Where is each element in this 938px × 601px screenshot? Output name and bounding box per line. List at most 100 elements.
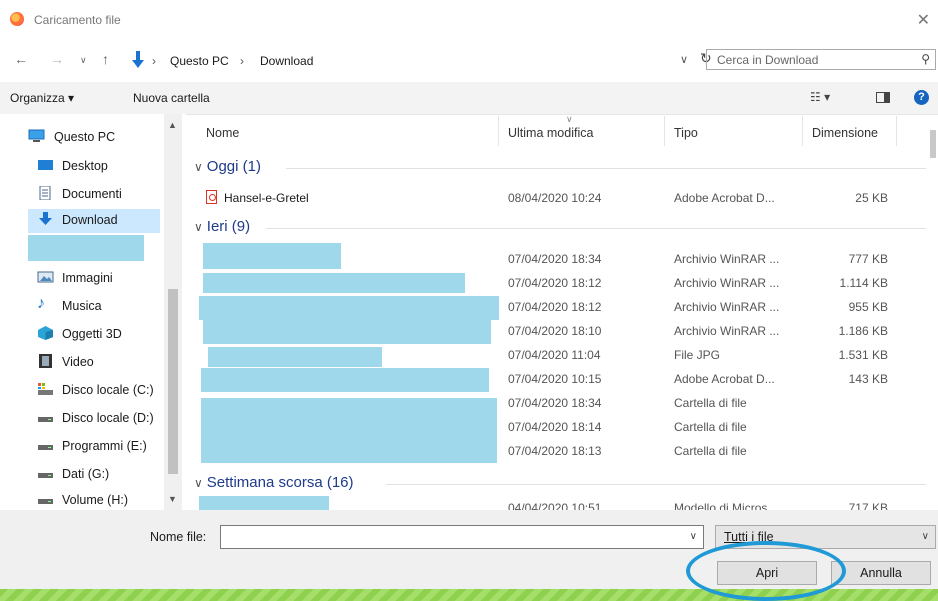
file-date: 07/04/2020 18:34 <box>508 396 602 410</box>
sidebar-item-label: Oggetti 3D <box>62 327 122 341</box>
breadcrumb-separator-icon: › <box>152 54 156 68</box>
file-date: 07/04/2020 18:14 <box>508 420 602 434</box>
cancel-button[interactable]: Annulla <box>831 561 931 585</box>
file-date: 07/04/2020 11:04 <box>508 348 601 362</box>
scrollbar-thumb[interactable] <box>168 289 178 474</box>
drive-icon <box>38 499 53 504</box>
file-date: 07/04/2020 10:15 <box>508 372 602 386</box>
group-header-ieri[interactable]: ∨ Ieri (9) <box>194 218 250 235</box>
drive-icon <box>38 473 53 478</box>
new-folder-button[interactable]: Nuova cartella <box>133 91 210 105</box>
3d-objects-icon <box>38 326 53 340</box>
sidebar-item-musica[interactable]: ♪ Musica <box>28 295 160 317</box>
sidebar-item-video[interactable]: Video <box>28 351 160 373</box>
highlight-circle-annotation <box>686 541 846 601</box>
file-type: Archivio WinRAR ... <box>674 300 780 314</box>
sidebar-item-documenti[interactable]: Documenti <box>28 183 160 205</box>
file-date: 07/04/2020 18:13 <box>508 444 602 458</box>
breadcrumb[interactable]: › Questo PC › Download <box>128 50 693 72</box>
chevron-down-icon: ∨ <box>194 220 203 234</box>
sidebar-item-questo-pc[interactable]: Questo PC <box>0 126 160 148</box>
group-label: Settimana scorsa (16) <box>206 474 354 491</box>
sidebar-item-label: Dati (G:) <box>62 467 110 481</box>
sidebar-item-dati-g[interactable]: Dati (G:) <box>28 463 160 485</box>
file-type: Adobe Acrobat D... <box>674 191 775 205</box>
view-options-icon[interactable]: ☷ ▾ <box>810 90 830 104</box>
column-header-modified[interactable]: Ultima modifica <box>508 126 593 140</box>
group-label: Ieri (9) <box>206 218 251 235</box>
group-header-oggi[interactable]: ∨ Oggi (1) <box>194 158 261 175</box>
music-icon: ♪ <box>37 295 45 312</box>
sidebar-item-label: Disco locale (C:) <box>62 383 154 397</box>
breadcrumb-item-questo-pc[interactable]: Questo PC <box>170 54 229 68</box>
help-icon[interactable]: ? <box>914 90 929 105</box>
chevron-down-icon: ∨ <box>194 160 203 174</box>
column-divider <box>896 116 897 146</box>
pc-icon <box>28 129 45 142</box>
address-dropdown-icon[interactable]: ∨ <box>680 53 688 66</box>
column-divider <box>802 116 803 146</box>
file-type: Archivio WinRAR ... <box>674 252 780 266</box>
sidebar-item-disco-d[interactable]: Disco locale (D:) <box>28 407 160 429</box>
sidebar-item-immagini[interactable]: Immagini <box>28 267 160 289</box>
drive-icon <box>38 445 53 450</box>
redacted-file-name <box>208 347 382 367</box>
sidebar-item-volume-h[interactable]: Volume (H:) <box>28 489 160 511</box>
filename-label: Nome file: <box>150 530 207 544</box>
group-divider <box>266 228 926 229</box>
file-date: 07/04/2020 18:12 <box>508 276 602 290</box>
preview-pane-icon[interactable] <box>876 92 890 103</box>
close-icon[interactable]: ✕ <box>917 10 930 30</box>
sidebar-item-disco-c[interactable]: Disco locale (C:) <box>28 379 160 401</box>
search-icon[interactable]: ⚲ <box>921 52 930 66</box>
sidebar-item-label: Immagini <box>62 271 113 285</box>
desktop-icon <box>38 160 53 170</box>
sidebar-item-label: Programmi (E:) <box>62 439 147 453</box>
file-list: Nome Ultima modifica ∨ Tipo Dimensione ∨… <box>186 114 938 510</box>
back-arrow-icon[interactable]: ← <box>14 51 28 67</box>
breadcrumb-item-download[interactable]: Download <box>260 54 313 68</box>
navigation-pane: Questo PC Desktop Documenti Download Imm… <box>0 114 186 510</box>
sort-chevron-icon: ∨ <box>566 114 573 124</box>
group-header-settimana-scorsa[interactable]: ∨ Settimana scorsa (16) <box>194 474 354 491</box>
column-header-name[interactable]: Nome <box>206 126 239 140</box>
organize-button[interactable]: Organizza ▾ <box>10 91 74 105</box>
chevron-down-icon: ∨ <box>194 476 203 490</box>
file-size: 955 KB <box>848 300 888 314</box>
redacted-file-name <box>201 398 497 463</box>
file-type: Archivio WinRAR ... <box>674 276 780 290</box>
file-list-scrollbar-thumb[interactable] <box>930 130 936 158</box>
file-size: 25 KB <box>855 191 888 205</box>
sidebar-scrollbar[interactable]: ▲ ▼ <box>164 114 182 510</box>
sidebar-item-label: Questo PC <box>54 130 116 144</box>
file-date: 08/04/2020 10:24 <box>508 191 602 205</box>
scroll-down-icon[interactable]: ▼ <box>168 494 177 504</box>
title-bar: Caricamento file ✕ <box>0 0 938 36</box>
drive-c-icon <box>38 383 53 395</box>
command-toolbar: Organizza ▾ Nuova cartella <box>0 82 938 115</box>
scroll-up-icon[interactable]: ▲ <box>168 120 177 130</box>
column-header-type[interactable]: Tipo <box>674 126 698 140</box>
file-type: Archivio WinRAR ... <box>674 324 780 338</box>
sidebar-item-oggetti-3d[interactable]: Oggetti 3D <box>28 323 160 345</box>
group-divider <box>286 168 926 169</box>
file-type: Cartella di file <box>674 444 747 458</box>
sidebar-item-download[interactable]: Download <box>28 209 160 233</box>
recent-locations-chevron-icon[interactable]: ∨ <box>80 55 87 66</box>
up-arrow-icon[interactable]: ↑ <box>102 51 109 67</box>
file-type: Modello di Micros... <box>674 501 778 510</box>
images-icon <box>37 271 54 283</box>
filename-input[interactable]: ∨ <box>220 525 704 549</box>
file-date: 07/04/2020 18:10 <box>508 324 602 338</box>
column-header-size[interactable]: Dimensione <box>812 126 878 140</box>
redacted-sidebar-item <box>28 235 144 261</box>
sidebar-item-programmi-e[interactable]: Programmi (E:) <box>28 435 160 457</box>
table-row[interactable]: Hansel-e-Gretel 08/04/2020 10:24 Adobe A… <box>186 186 906 210</box>
forward-arrow-icon[interactable]: → <box>50 51 64 67</box>
sidebar-item-desktop[interactable]: Desktop <box>28 155 160 177</box>
sidebar-item-label: Disco locale (D:) <box>62 411 154 425</box>
chevron-down-icon[interactable]: ∨ <box>690 531 697 542</box>
search-input[interactable]: Cerca in Download ⚲ <box>706 49 936 70</box>
sidebar-item-label: Desktop <box>62 159 108 173</box>
file-name: Hansel-e-Gretel <box>224 191 309 205</box>
